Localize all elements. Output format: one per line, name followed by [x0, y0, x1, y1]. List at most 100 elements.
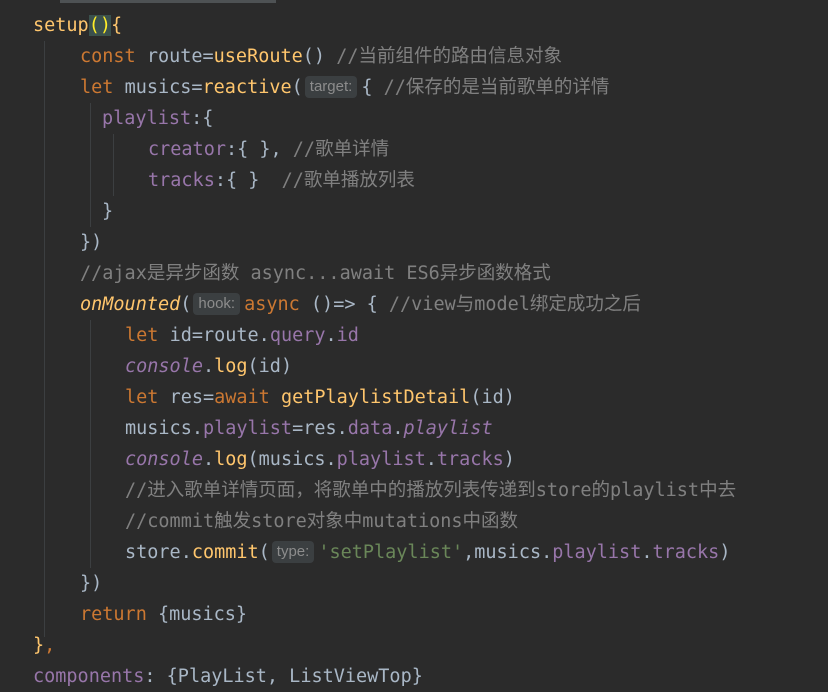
code-token: tracks — [652, 542, 720, 563]
code-token: . — [202, 449, 215, 470]
code-token: //commit触发store对象中mutations中函数 — [125, 511, 519, 532]
code-token: tracks — [436, 449, 504, 470]
code-token: }) — [80, 573, 103, 594]
code-line[interactable]: components: {PlayList, ListViewTop} — [0, 661, 828, 692]
code-line[interactable]: }) — [0, 227, 828, 258]
code-line[interactable]: store.commit(type:'setPlaylist',musics.p… — [0, 537, 828, 568]
code-token: setup — [33, 15, 89, 36]
code-line[interactable]: setup(){ — [0, 10, 828, 41]
code-token: () — [88, 15, 111, 36]
code-token: ( — [258, 542, 270, 563]
code-line[interactable]: musics.playlist=res.data.playlist — [0, 413, 828, 444]
code-token: ) — [503, 449, 515, 470]
code-line[interactable]: playlist:{ — [0, 103, 828, 134]
code-token: tracks — [148, 170, 215, 191]
code-token: //进入歌单详情页面，将歌单中的播放列表传递到store的playlist中去 — [125, 480, 737, 501]
code-token: res= — [169, 387, 215, 408]
code-token: reactive — [202, 77, 292, 98]
code-token: ) — [719, 542, 731, 563]
code-line[interactable]: //进入歌单详情页面，将歌单中的播放列表传递到store的playlist中去 — [0, 475, 828, 506]
code-token: } — [33, 635, 45, 656]
code-token: commit — [191, 542, 259, 563]
code-token: playlist — [552, 542, 642, 563]
code-token: return — [80, 604, 158, 625]
code-token: //当前组件的路由信息对象 — [336, 46, 562, 67]
code-token: ( — [291, 77, 303, 98]
code-token: let — [125, 325, 170, 346]
code-token: creator — [148, 139, 226, 160]
code-line[interactable]: onMounted(hook: async ()=> { //view与model… — [0, 289, 828, 320]
code-token: //歌单详情 — [292, 139, 390, 160]
code-token: console — [125, 449, 203, 470]
code-token: query — [269, 325, 326, 346]
code-token: . — [202, 356, 215, 377]
code-token: :{ }, — [225, 139, 293, 160]
code-line[interactable]: tracks:{ } //歌单播放列表 — [0, 165, 828, 196]
code-token: . — [392, 418, 404, 439]
code-line[interactable]: const route=useRoute() //当前组件的路由信息对象 — [0, 41, 828, 72]
parameter-hint: target: — [304, 76, 358, 98]
code-line[interactable]: creator:{ }, //歌单详情 — [0, 134, 828, 165]
code-token: musics= — [124, 77, 203, 98]
code-token: : {PlayList, ListViewTop} — [144, 666, 423, 687]
code-token: =res. — [292, 418, 348, 439]
code-token: { — [110, 15, 123, 36]
code-token: playlist — [403, 418, 493, 439]
code-token: playlist — [336, 449, 426, 470]
code-token: musics. — [125, 418, 203, 439]
code-line[interactable]: console.log(id) — [0, 351, 828, 382]
code-line[interactable]: let musics=reactive(target:{ //保存的是当前歌单的… — [0, 72, 828, 103]
code-token: data — [347, 418, 393, 439]
code-token: let — [80, 77, 125, 98]
code-token: (id) — [470, 387, 515, 408]
code-token: {musics} — [157, 604, 248, 625]
code-token: (musics. — [247, 449, 337, 470]
code-token: (id) — [247, 356, 293, 377]
code-token: log — [214, 356, 248, 377]
code-token: 'setPlaylist' — [318, 542, 464, 563]
code-line[interactable]: }) — [0, 568, 828, 599]
code-token: //view与model绑定成功之后 — [388, 294, 641, 315]
code-token: } — [102, 201, 114, 222]
code-token: //歌单播放列表 — [281, 170, 415, 191]
code-token: playlist — [102, 108, 192, 129]
code-token: await — [214, 387, 281, 408]
code-token: getPlaylistDetail — [280, 387, 471, 408]
code-line[interactable]: let res=await getPlaylistDetail(id) — [0, 382, 828, 413]
code-token: . — [641, 542, 653, 563]
code-token: log — [214, 449, 248, 470]
code-line[interactable]: console.log(musics.playlist.tracks) — [0, 444, 828, 475]
code-token: //ajax是异步函数 async...await ES6异步函数格式 — [80, 263, 551, 284]
code-token: ,musics. — [463, 542, 553, 563]
code-token: () — [302, 46, 337, 67]
code-token: let — [125, 387, 170, 408]
editor-top-edge — [0, 0, 828, 4]
code-line[interactable]: } — [0, 196, 828, 227]
code-token: async — [244, 294, 311, 315]
code-token: playlist — [202, 418, 293, 439]
code-editor[interactable]: setup(){const route=useRoute() //当前组件的路由… — [0, 0, 828, 687]
parameter-hint: hook: — [193, 293, 241, 315]
code-token: :{ } — [214, 170, 282, 191]
code-token: store. — [125, 542, 192, 563]
code-token: }) — [80, 232, 103, 253]
code-token: components — [33, 666, 145, 687]
code-token: :{ — [191, 108, 214, 129]
code-token: route= — [146, 46, 214, 67]
code-token: id — [336, 325, 359, 346]
code-line[interactable]: }, — [0, 630, 828, 661]
parameter-hint: type: — [271, 541, 315, 563]
code-token: useRoute — [213, 46, 303, 67]
code-line[interactable]: return {musics} — [0, 599, 828, 630]
code-token: . — [425, 449, 437, 470]
code-token: const — [80, 46, 147, 67]
code-token: { — [361, 77, 384, 98]
code-token: ()=> { — [310, 294, 389, 315]
code-token: onMounted — [80, 294, 181, 315]
code-token: . — [325, 325, 337, 346]
code-token: //保存的是当前歌单的详情 — [383, 77, 610, 98]
code-line[interactable]: //ajax是异步函数 async...await ES6异步函数格式 — [0, 258, 828, 289]
code-line[interactable]: //commit触发store对象中mutations中函数 — [0, 506, 828, 537]
code-token: console — [125, 356, 203, 377]
code-line[interactable]: let id=route.query.id — [0, 320, 828, 351]
